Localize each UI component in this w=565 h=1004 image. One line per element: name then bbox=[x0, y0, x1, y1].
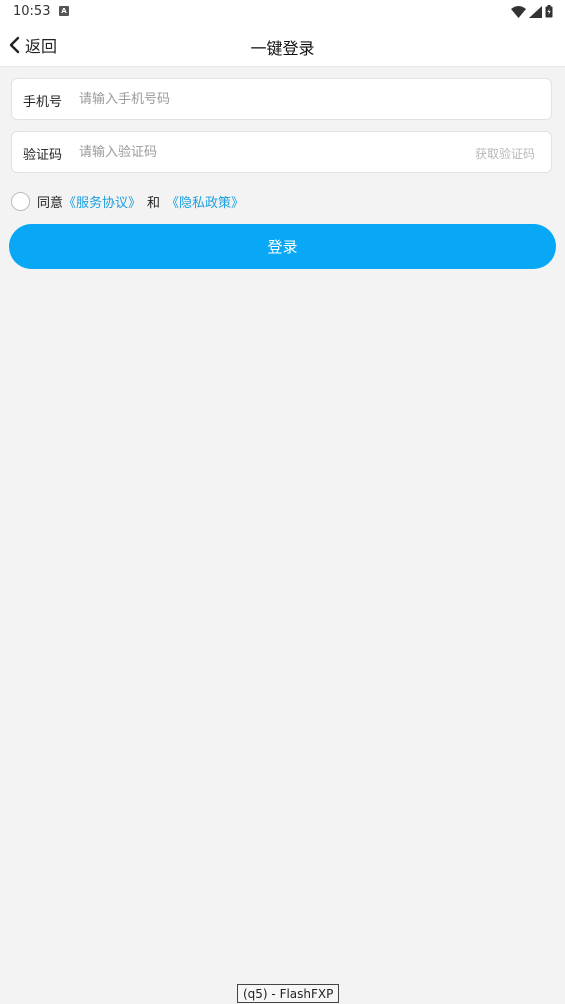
battery-icon bbox=[545, 5, 553, 18]
status-icons bbox=[511, 5, 553, 18]
header: 返回 一键登录 bbox=[0, 24, 565, 67]
cell-signal-icon bbox=[529, 5, 542, 18]
get-code-button[interactable]: 获取验证码 bbox=[475, 145, 535, 162]
code-input[interactable] bbox=[79, 138, 459, 166]
status-time: 10:53 bbox=[13, 4, 51, 19]
wifi-icon bbox=[511, 5, 526, 18]
agreement-and: 和 bbox=[147, 195, 161, 211]
phone-label: 手机号 bbox=[23, 95, 63, 110]
phone-input[interactable] bbox=[79, 85, 539, 113]
phone-field: 手机号 bbox=[11, 78, 552, 120]
status-bar: 10:53 A bbox=[0, 0, 565, 24]
a-letter-icon: A bbox=[59, 6, 69, 16]
page-title: 一键登录 bbox=[250, 39, 315, 58]
privacy-policy-link[interactable]: 《隐私政策》 bbox=[166, 192, 244, 211]
agreement-prefix: 同意 bbox=[37, 195, 64, 211]
service-agreement-link[interactable]: 《服务协议》 bbox=[63, 192, 141, 211]
agreement-row: 同意 《服务协议》 和 《隐私政策》 bbox=[11, 190, 244, 212]
login-button[interactable]: 登录 bbox=[9, 224, 556, 269]
code-field: 验证码 获取验证码 bbox=[11, 131, 552, 173]
bottom-tag: (q5) - FlashFXP bbox=[237, 984, 340, 1003]
code-label: 验证码 bbox=[23, 148, 63, 163]
agreement-checkbox[interactable] bbox=[11, 191, 30, 211]
